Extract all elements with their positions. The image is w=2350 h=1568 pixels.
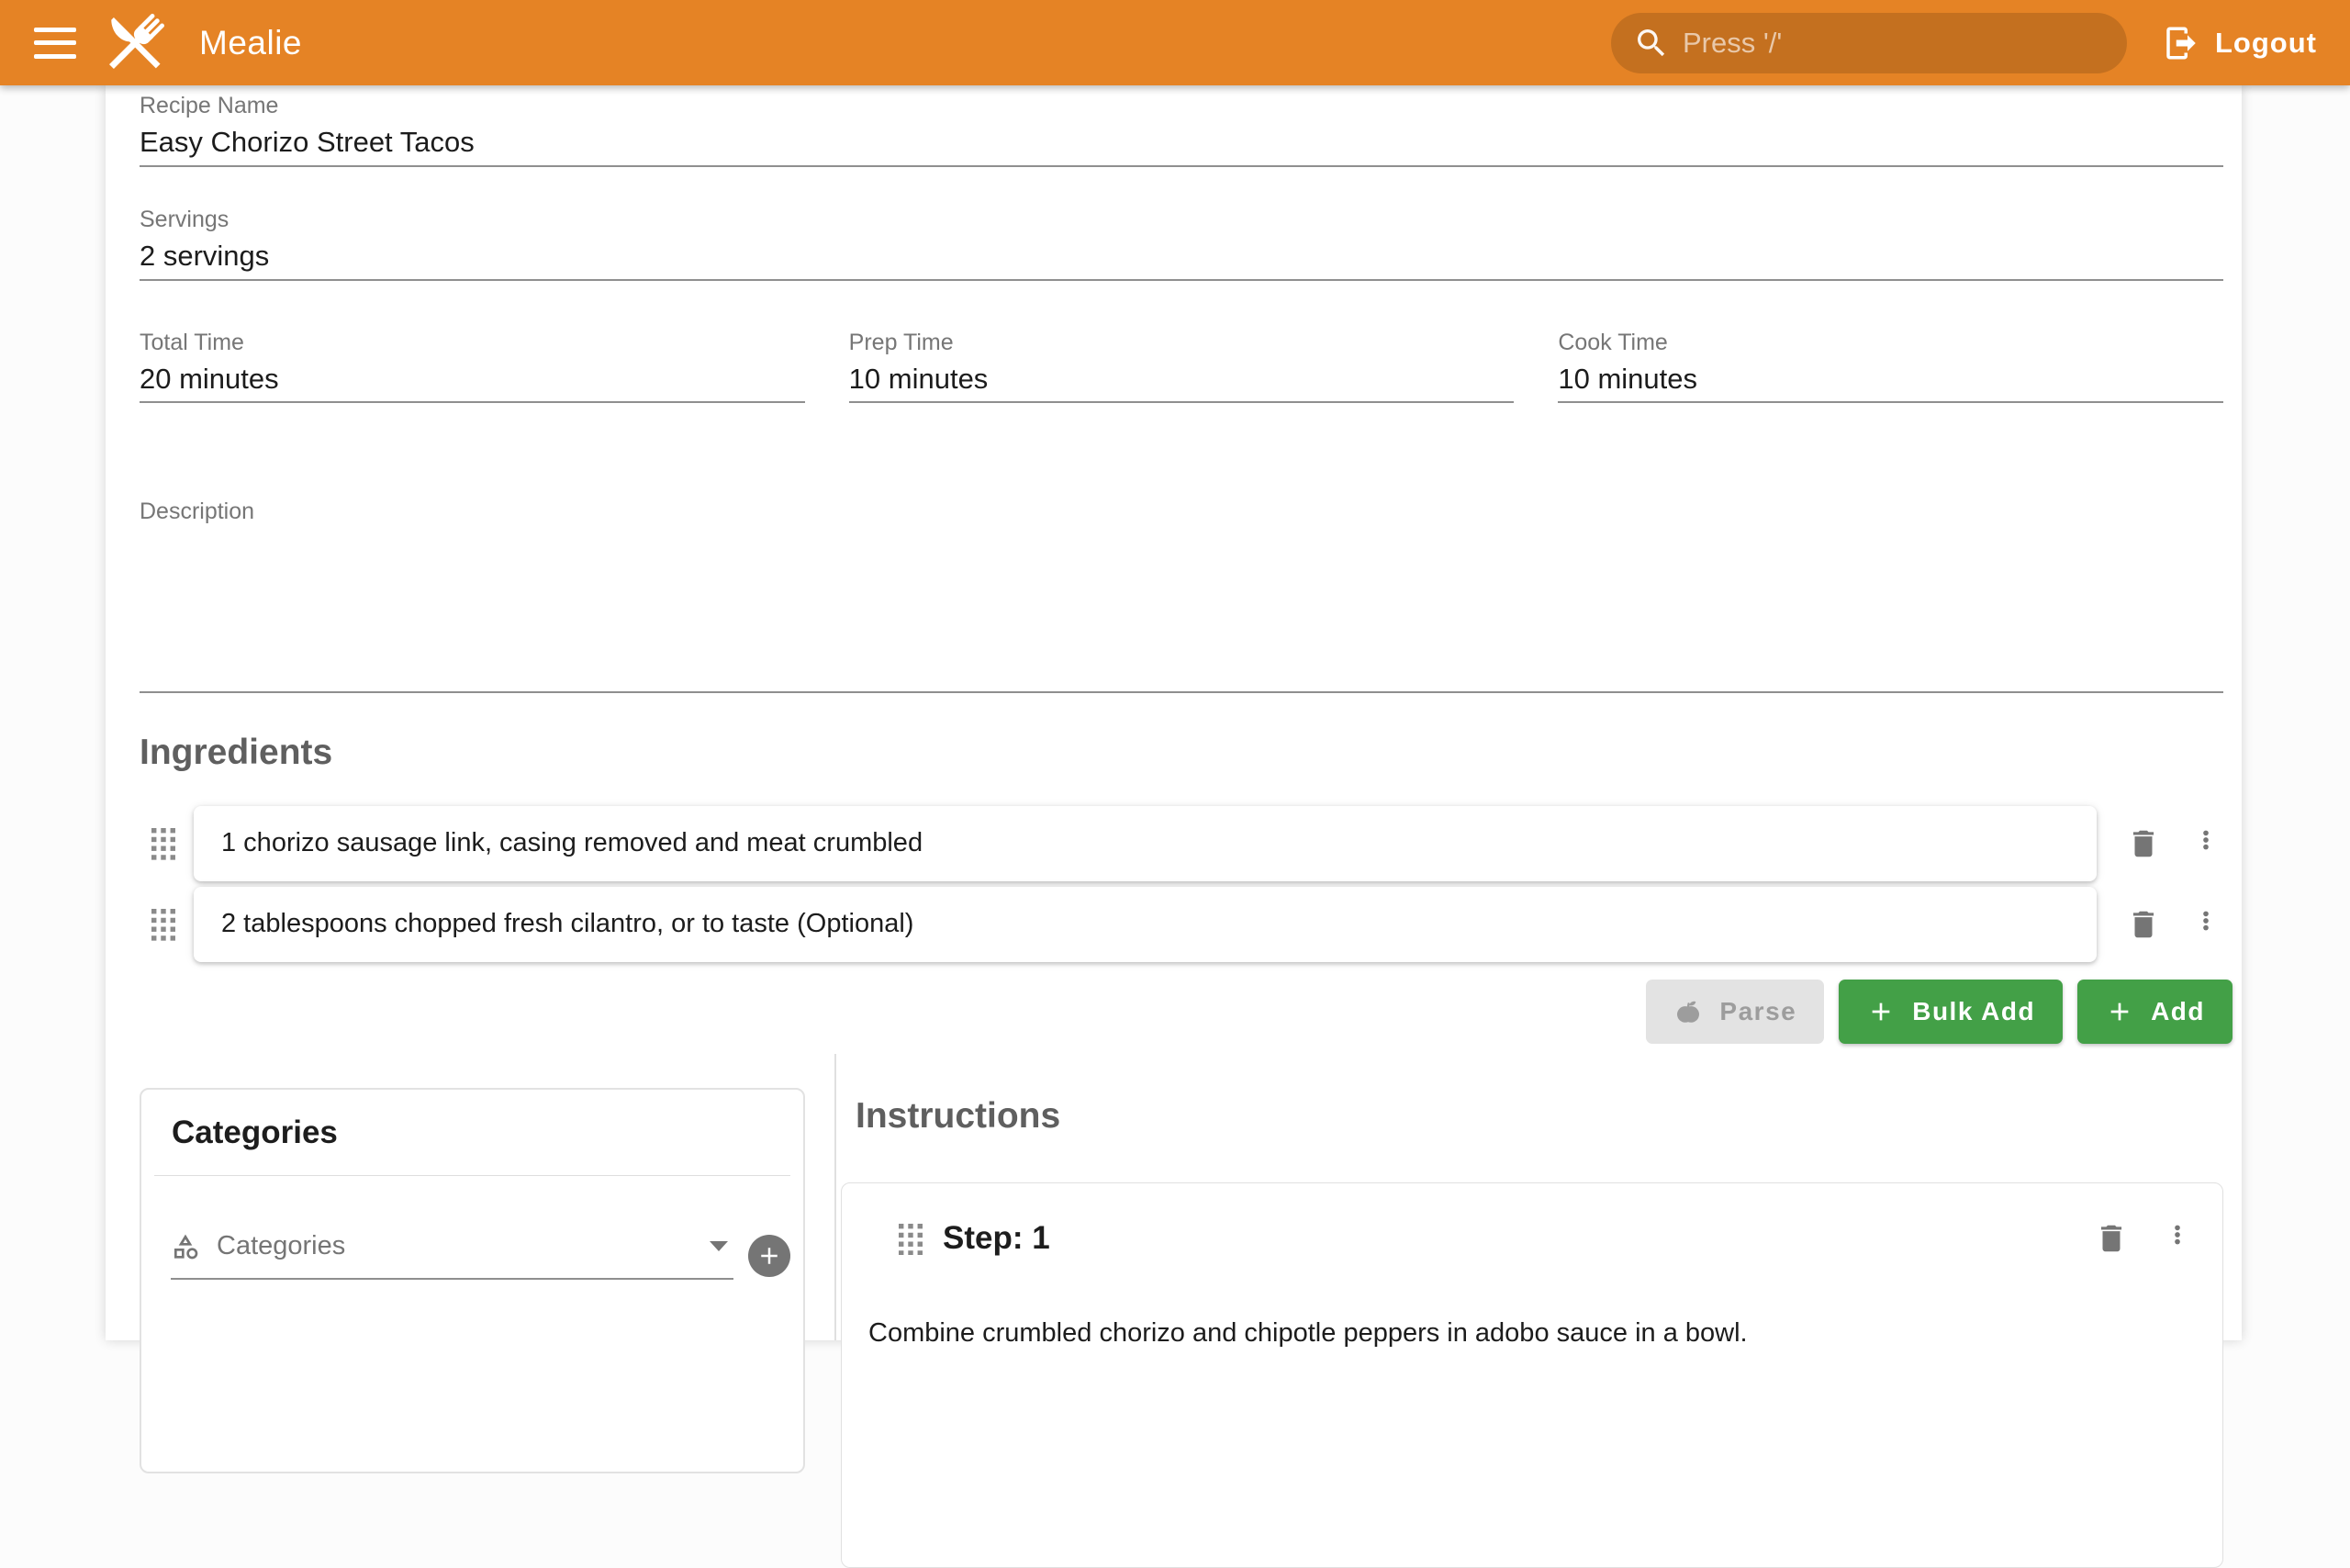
input-underline <box>140 279 2223 281</box>
hamburger-icon <box>34 28 76 32</box>
step-menu-button[interactable] <box>2165 1223 2189 1254</box>
servings-label: Servings <box>140 206 2223 233</box>
cook-time-input[interactable]: 10 minutes <box>1558 362 2223 397</box>
recipe-name-label: Recipe Name <box>140 92 2223 119</box>
delete-ingredient-button[interactable] <box>2126 907 2161 942</box>
total-time-label: Total Time <box>140 329 805 356</box>
servings-field: Servings 2 servings <box>140 206 2223 281</box>
instructions-heading: Instructions <box>856 1094 2223 1138</box>
servings-input[interactable]: 2 servings <box>140 239 2223 274</box>
plus-icon <box>755 1242 783 1270</box>
divider <box>154 1175 790 1176</box>
total-time-field: Total Time 20 minutes <box>140 329 805 403</box>
input-underline <box>140 691 2223 693</box>
description-label: Description <box>140 498 2223 525</box>
input-underline <box>140 165 2223 167</box>
categories-select-label: Categories <box>217 1231 710 1261</box>
kebab-menu-icon <box>2194 909 2218 940</box>
step-header: Step: 1 <box>842 1183 2222 1257</box>
bulk-add-button[interactable]: Bulk Add <box>1839 980 2063 1044</box>
total-time-input[interactable]: 20 minutes <box>140 362 805 397</box>
ingredient-input[interactable]: 2 tablespoons chopped fresh cilantro, or… <box>194 887 2097 962</box>
apple-icon <box>1673 997 1703 1026</box>
add-ingredient-button[interactable]: Add <box>2077 980 2232 1044</box>
ingredients-heading: Ingredients <box>140 731 332 775</box>
add-label: Add <box>2151 997 2205 1026</box>
ingredient-row: 1 chorizo sausage link, casing removed a… <box>140 805 2223 881</box>
description-textarea[interactable] <box>140 525 2223 686</box>
lower-columns: Categories Categories <box>140 1054 2223 1340</box>
ingredient-actions: Parse Bulk Add Add <box>1646 980 2232 1044</box>
trash-icon <box>2094 1221 2129 1256</box>
caret-down-icon <box>710 1241 728 1251</box>
instructions-column: Instructions Step: 1 <box>836 1054 2223 1340</box>
menu-button[interactable] <box>34 28 76 59</box>
app-bar: Mealie Press '/' Logout <box>0 0 2350 85</box>
prep-time-field: Prep Time 10 minutes <box>849 329 1515 403</box>
parse-button[interactable]: Parse <box>1646 980 1824 1044</box>
logout-icon <box>2162 24 2200 62</box>
prep-time-label: Prep Time <box>849 329 1515 356</box>
recipe-name-field: Recipe Name Easy Chorizo Street Tacos <box>140 92 2223 167</box>
description-field: Description <box>140 498 2223 693</box>
delete-step-button[interactable] <box>2094 1221 2129 1256</box>
step-text-input[interactable]: Combine crumbled chorizo and chipotle pe… <box>868 1316 2192 1350</box>
input-underline <box>1558 401 2223 403</box>
mealie-logo-icon <box>100 8 170 78</box>
search-input[interactable]: Press '/' <box>1611 13 2127 73</box>
ingredient-list: 1 chorizo sausage link, casing removed a… <box>140 805 2223 967</box>
times-row: Total Time 20 minutes Prep Time 10 minut… <box>140 329 2223 403</box>
recipe-editor-card: Recipe Name Easy Chorizo Street Tacos Se… <box>106 85 2242 1340</box>
add-category-button[interactable] <box>748 1235 790 1277</box>
drag-handle-icon[interactable] <box>151 909 175 939</box>
plus-icon <box>2105 997 2134 1026</box>
instruction-step-card: Step: 1 Combine crumbled chorizo and chi… <box>841 1182 2223 1568</box>
bulk-add-label: Bulk Add <box>1912 997 2035 1026</box>
categories-select[interactable]: Categories <box>171 1231 733 1280</box>
search-icon <box>1633 25 1670 62</box>
trash-icon <box>2126 907 2161 942</box>
input-underline <box>140 401 805 403</box>
recipe-name-input[interactable]: Easy Chorizo Street Tacos <box>140 125 2223 160</box>
ingredient-input[interactable]: 1 chorizo sausage link, casing removed a… <box>194 806 2097 881</box>
cook-time-label: Cook Time <box>1558 329 2223 356</box>
categories-card: Categories Categories <box>140 1088 805 1473</box>
kebab-menu-icon <box>2194 828 2218 859</box>
step-title: Step: 1 <box>943 1220 1050 1257</box>
parse-label: Parse <box>1719 997 1796 1026</box>
cook-time-field: Cook Time 10 minutes <box>1558 329 2223 403</box>
ingredient-menu-button[interactable] <box>2194 828 2218 859</box>
input-underline <box>849 401 1515 403</box>
kebab-menu-icon <box>2165 1223 2189 1254</box>
delete-ingredient-button[interactable] <box>2126 826 2161 861</box>
logout-button[interactable]: Logout <box>2162 24 2317 62</box>
logout-label: Logout <box>2215 27 2317 60</box>
trash-icon <box>2126 826 2161 861</box>
prep-time-input[interactable]: 10 minutes <box>849 362 1515 397</box>
shapes-icon <box>171 1232 200 1261</box>
app-title: Mealie <box>199 24 302 62</box>
drag-handle-icon[interactable] <box>151 828 175 858</box>
search-placeholder: Press '/' <box>1683 27 1782 60</box>
organizer-column: Categories Categories <box>140 1054 805 1340</box>
plus-icon <box>1866 997 1896 1026</box>
ingredient-row: 2 tablespoons chopped fresh cilantro, or… <box>140 886 2223 962</box>
drag-handle-icon[interactable] <box>899 1224 923 1254</box>
categories-select-row: Categories <box>171 1231 790 1280</box>
categories-card-title: Categories <box>141 1090 803 1151</box>
ingredient-menu-button[interactable] <box>2194 909 2218 940</box>
